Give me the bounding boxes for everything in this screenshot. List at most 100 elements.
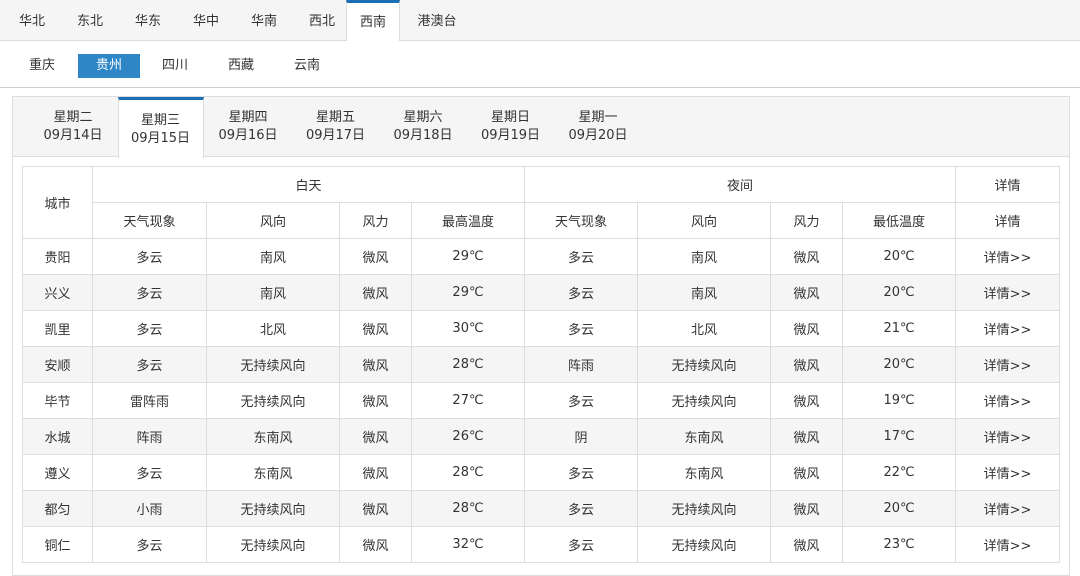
province-tab[interactable]: 重庆 — [22, 54, 62, 78]
table-cell: 无持续风向 — [637, 526, 772, 563]
table-cell: 微风 — [770, 346, 844, 383]
table-cell: 微风 — [770, 526, 844, 563]
table-cell: 微风 — [770, 382, 844, 419]
table-cell: 多云 — [524, 238, 639, 275]
column-header: 风向 — [206, 202, 340, 239]
table-cell: 东南风 — [637, 454, 772, 491]
table-row: 兴义 多云 南风 微风 29℃ 多云 南风 微风 20℃ 详情>> — [22, 274, 1061, 311]
detail-link[interactable]: 详情>> — [955, 490, 1061, 527]
region-tab[interactable]: 华中 — [186, 0, 226, 41]
table-cell: 20℃ — [842, 274, 957, 311]
region-tab[interactable]: 西北 — [302, 0, 342, 41]
table-row: 凯里 多云 北风 微风 30℃ 多云 北风 微风 21℃ 详情>> — [22, 310, 1061, 347]
table-cell: 无持续风向 — [637, 346, 772, 383]
table-cell: 无持续风向 — [206, 382, 340, 419]
column-header: 天气现象 — [92, 202, 207, 239]
day-tab[interactable]: 星期五 09月17日 — [293, 97, 379, 157]
table-cell: 微风 — [770, 490, 844, 527]
table-cell: 东南风 — [206, 454, 340, 491]
table-cell: 29℃ — [410, 274, 526, 311]
detail-link[interactable]: 详情>> — [955, 346, 1061, 383]
column-header: 风向 — [637, 202, 772, 239]
weather-table: 城市 白天 夜间 详情 天气现象 风向 风力 最高温度 天气现象 风向 风力 最低温度 详情 贵… — [22, 166, 1061, 563]
day-tab-date: 09月15日 — [130, 131, 191, 146]
table-cell: 无持续风向 — [206, 490, 340, 527]
city-cell: 凯里 — [22, 310, 93, 347]
table-cell: 19℃ — [842, 382, 957, 419]
day-tab-weekday: 星期日 — [490, 110, 530, 125]
day-tab-weekday: 星期二 — [53, 110, 93, 125]
table-cell: 阵雨 — [92, 418, 207, 455]
table-cell: 南风 — [206, 274, 340, 311]
table-row: 遵义 多云 东南风 微风 28℃ 多云 东南风 微风 22℃ 详情>> — [22, 454, 1061, 491]
table-cell: 27℃ — [410, 382, 526, 419]
table-cell: 微风 — [339, 346, 412, 383]
day-tab[interactable]: 星期六 09月18日 — [380, 97, 466, 157]
day-header: 白天 — [91, 166, 526, 203]
table-cell: 微风 — [339, 310, 412, 347]
table-cell: 微风 — [339, 418, 412, 455]
table-cell: 微风 — [339, 490, 412, 527]
table-cell: 无持续风向 — [637, 490, 772, 527]
region-tab[interactable]: 西南 — [346, 0, 400, 42]
day-tab-weekday: 星期六 — [403, 110, 443, 125]
day-tab[interactable]: 星期日 09月19日 — [468, 97, 554, 157]
day-tab-date: 09月19日 — [480, 128, 541, 143]
table-cell: 21℃ — [842, 310, 957, 347]
city-cell: 铜仁 — [22, 526, 93, 563]
table-cell: 28℃ — [410, 490, 526, 527]
region-tab[interactable]: 港澳台 — [407, 0, 467, 41]
column-header: 最低温度 — [842, 202, 957, 239]
province-tab[interactable]: 四川 — [150, 54, 200, 78]
detail-link[interactable]: 详情>> — [955, 418, 1061, 455]
day-tab[interactable]: 星期一 09月20日 — [555, 97, 641, 157]
table-cell: 28℃ — [410, 346, 526, 383]
detail-header: 详情 — [955, 166, 1061, 203]
table-cell: 32℃ — [410, 526, 526, 563]
table-cell: 多云 — [524, 382, 639, 419]
table-cell: 微风 — [770, 454, 844, 491]
table-cell: 阴 — [524, 418, 639, 455]
region-tab[interactable]: 华东 — [128, 0, 168, 41]
city-cell: 水城 — [22, 418, 93, 455]
table-row: 水城 阵雨 东南风 微风 26℃ 阴东南风 微风 17℃ 详情>> — [22, 418, 1061, 455]
table-cell: 北风 — [637, 310, 772, 347]
table-cell: 微风 — [770, 310, 844, 347]
table-cell: 28℃ — [410, 454, 526, 491]
forecast-panel: 星期二 09月14日 星期三 09月15日 星期四 09月16日 星期五 09月17日 星期六 0… — [12, 96, 1070, 576]
detail-link[interactable]: 详情>> — [955, 274, 1061, 311]
table-cell: 小雨 — [92, 490, 207, 527]
detail-link[interactable]: 详情>> — [955, 238, 1061, 275]
table-cell: 雷阵雨 — [92, 382, 207, 419]
day-tab[interactable]: 星期二 09月14日 — [30, 97, 116, 157]
table-cell: 20℃ — [842, 490, 957, 527]
day-tab-date: 09月17日 — [305, 128, 366, 143]
column-header: 风力 — [770, 202, 844, 239]
region-tab[interactable]: 东北 — [70, 0, 110, 41]
table-cell: 多云 — [92, 346, 207, 383]
table-cell: 阵雨 — [524, 346, 639, 383]
region-tab[interactable]: 华南 — [244, 0, 284, 41]
day-tab[interactable]: 星期四 09月16日 — [205, 97, 291, 157]
detail-link[interactable]: 详情>> — [955, 310, 1061, 347]
table-row: 都匀 小雨 无持续风向 微风 28℃ 多云 无持续风向 微风 20℃ 详情>> — [22, 490, 1061, 527]
table-cell: 东南风 — [206, 418, 340, 455]
detail-link[interactable]: 详情>> — [955, 526, 1061, 563]
province-tab[interactable]: 贵州 — [78, 54, 140, 78]
day-tab-date: 09月18日 — [393, 128, 453, 143]
day-tab-weekday: 星期一 — [578, 110, 618, 125]
table-cell: 多云 — [92, 310, 207, 347]
detail-link[interactable]: 详情>> — [955, 382, 1061, 419]
table-cell: 20℃ — [842, 346, 957, 383]
table-cell: 微风 — [339, 274, 412, 311]
day-tab[interactable]: 星期三 09月15日 — [117, 97, 204, 158]
detail-link[interactable]: 详情>> — [955, 454, 1061, 491]
table-row: 贵阳 多云 南风 微风 29℃ 多云 南风 微风 20℃ 详情>> — [22, 238, 1061, 275]
city-cell: 兴义 — [22, 274, 93, 311]
province-tab[interactable]: 西藏 — [216, 54, 266, 78]
region-tab[interactable]: 华北 — [12, 0, 52, 41]
city-cell: 贵阳 — [22, 238, 93, 275]
province-tab[interactable]: 云南 — [282, 54, 332, 78]
table-cell: 北风 — [206, 310, 340, 347]
city-cell: 都匀 — [22, 490, 93, 527]
